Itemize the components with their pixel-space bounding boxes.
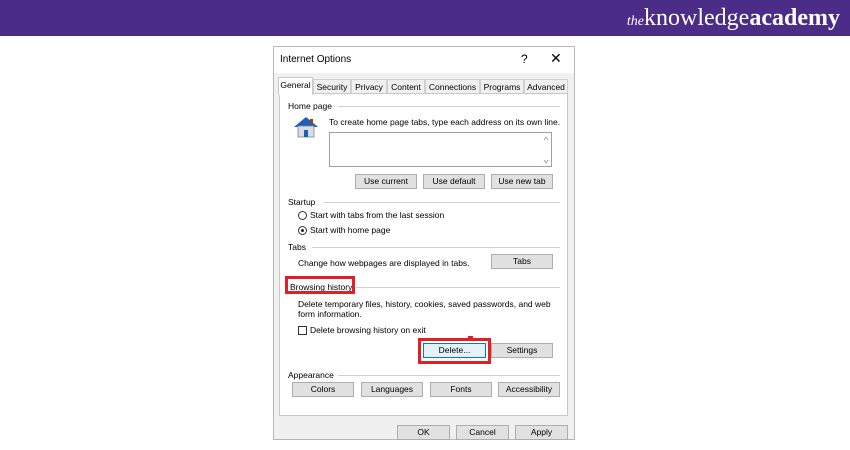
browsing-history-highlight-box: [285, 276, 355, 294]
settings-button[interactable]: Settings: [491, 343, 553, 358]
tabs-divider: [312, 247, 560, 248]
home-page-divider: [338, 106, 560, 107]
ok-button[interactable]: OK: [397, 425, 450, 440]
delete-button[interactable]: Delete...: [423, 343, 486, 358]
home-page-house-icon: [294, 117, 318, 138]
tab-advanced[interactable]: Advanced: [524, 79, 568, 94]
home-page-address-textbox[interactable]: [329, 132, 552, 167]
textbox-scroll-arrows-icon[interactable]: [543, 135, 549, 165]
colors-button[interactable]: Colors: [292, 382, 354, 397]
help-button[interactable]: ?: [521, 52, 528, 66]
startup-group-label: Startup: [288, 197, 316, 207]
tab-programs[interactable]: Programs: [480, 79, 524, 94]
radio-selected-dot: [301, 229, 304, 232]
brand-academy: academy: [749, 5, 840, 31]
tab-connections[interactable]: Connections: [425, 79, 480, 94]
top-banner: theknowledgeacademy: [0, 0, 850, 36]
tabs-group-label: Tabs: [288, 242, 306, 252]
startup-last-session-radio[interactable]: [298, 211, 307, 220]
tab-security[interactable]: Security: [313, 79, 351, 94]
apply-button[interactable]: Apply: [515, 425, 568, 440]
delete-on-exit-label: Delete browsing history on exit: [310, 325, 426, 335]
home-page-group-label: Home page: [288, 101, 332, 111]
tab-privacy[interactable]: Privacy: [351, 79, 387, 94]
startup-divider: [324, 202, 560, 203]
close-button[interactable]: ✕: [550, 50, 562, 67]
tabs-button[interactable]: Tabs: [491, 254, 553, 269]
fonts-button[interactable]: Fonts: [430, 382, 492, 397]
appearance-group-label: Appearance: [288, 370, 334, 380]
internet-options-dialog: Internet Options ? ✕ General Security Pr…: [273, 46, 575, 440]
tab-content[interactable]: Content: [387, 79, 425, 94]
title-bar: Internet Options ? ✕: [274, 47, 574, 73]
brand-the: the: [626, 14, 645, 29]
accessibility-button[interactable]: Accessibility: [498, 382, 560, 397]
dialog-title: Internet Options: [280, 54, 352, 65]
tabs-description: Change how webpages are displayed in tab…: [298, 258, 470, 268]
delete-on-exit-checkbox[interactable]: [298, 326, 307, 335]
brand-knowledge: knowledge: [644, 5, 750, 31]
use-default-button[interactable]: Use default: [423, 174, 485, 189]
startup-last-session-label: Start with tabs from the last session: [310, 210, 445, 220]
cancel-button[interactable]: Cancel: [456, 425, 509, 440]
appearance-divider: [338, 375, 560, 376]
browsing-history-divider: [356, 287, 560, 288]
brand-logo: theknowledgeacademy: [627, 4, 840, 36]
browsing-history-description-line2: form information.: [298, 309, 362, 319]
home-page-description: To create home page tabs, type each addr…: [329, 117, 561, 127]
tab-general[interactable]: General: [278, 77, 313, 95]
general-tab-panel: Home page To create home page tabs, type…: [279, 93, 568, 416]
use-new-tab-button[interactable]: Use new tab: [491, 174, 553, 189]
startup-home-page-radio[interactable]: [298, 226, 307, 235]
use-current-button[interactable]: Use current: [355, 174, 417, 189]
languages-button[interactable]: Languages: [361, 382, 423, 397]
startup-home-page-label: Start with home page: [310, 225, 391, 235]
